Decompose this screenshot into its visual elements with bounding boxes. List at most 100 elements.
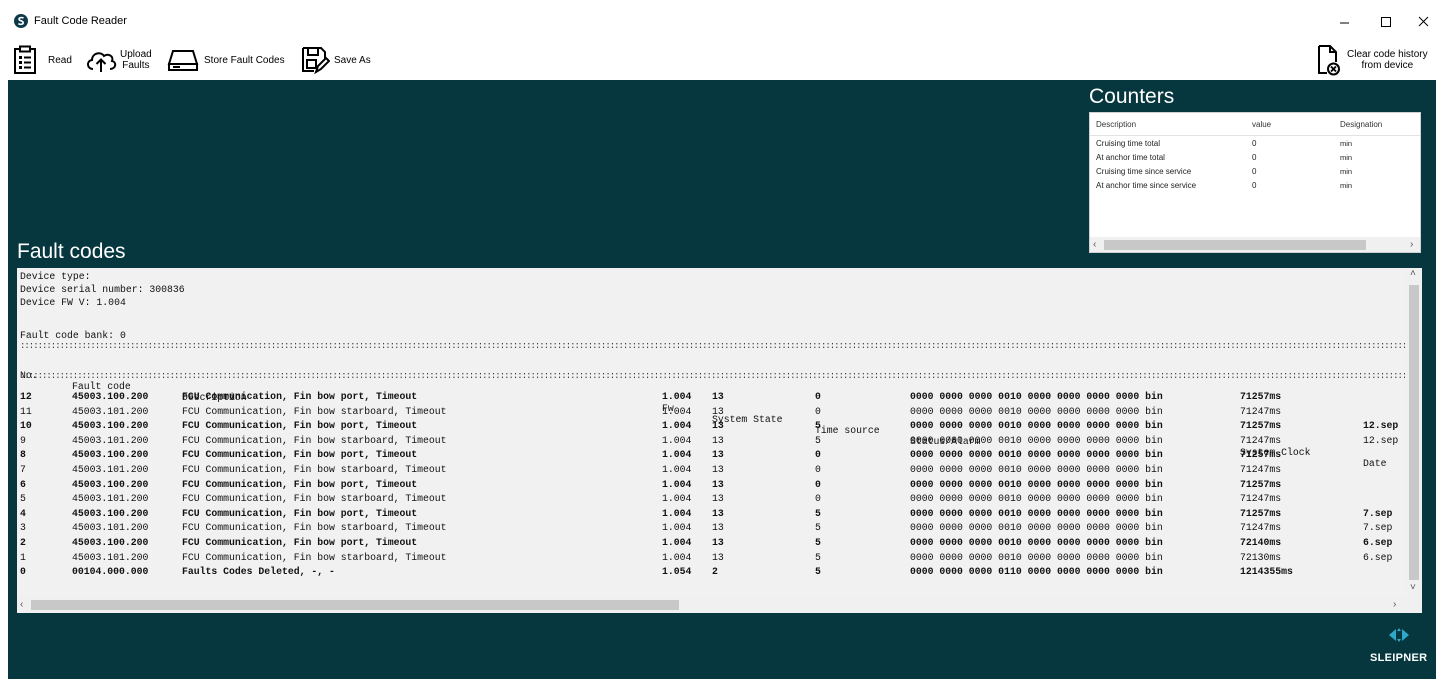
fault-codes-log[interactable]: Device type: Device serial number: 30083… (17, 268, 1422, 613)
upload-label-line-1: Upload (120, 49, 152, 60)
fault-fw: 1.004 (662, 522, 692, 534)
fault-status-alarm: 0000 0000 0000 0010 0000 0000 0000 0000 … (910, 420, 1163, 432)
counter-description: Cruising time since service (1096, 167, 1192, 176)
counter-designation: min (1340, 153, 1353, 162)
title-bar: Fault Code Reader (0, 0, 1436, 40)
fault-status-alarm: 0000 0000 0000 0010 0000 0000 0000 0000 … (910, 449, 1163, 461)
close-icon[interactable] (1414, 12, 1434, 32)
fault-row[interactable]: 8 45003.100.200 FCU Communication, Fin bow… (17, 449, 1407, 460)
fault-log-vertical-scrollbar[interactable]: ˄ ˅ (1406, 268, 1422, 613)
fault-date: 7.sep (1363, 507, 1393, 519)
fault-description: FCU Communication, Fin bow port, Timeout (182, 507, 418, 519)
fault-system-state: 13 (712, 449, 724, 461)
fault-system-clock: 71247ms (1240, 493, 1282, 505)
fault-row[interactable]: 4 45003.100.200 FCU Communication, Fin bow… (17, 508, 1407, 519)
clear-code-history-button[interactable]: Clear code history from device (1315, 40, 1428, 80)
counter-value: 0 (1252, 167, 1257, 176)
counters-row[interactable]: At anchor time total 0 min (1090, 151, 1420, 165)
fault-system-clock: 1214355ms (1240, 566, 1293, 578)
read-button[interactable]: Read (12, 40, 72, 80)
fault-system-clock: 71257ms (1240, 420, 1282, 432)
upload-label-line-2: Faults (122, 60, 150, 71)
separator-line: ::::::::::::::::::::::::::::::::::::::::… (20, 343, 1405, 349)
scroll-left-icon[interactable]: ‹ (20, 599, 23, 610)
fault-description: Faults Codes Deleted, -, - (182, 566, 335, 578)
fault-system-state: 13 (712, 522, 724, 534)
counters-row[interactable]: Cruising time total 0 min (1090, 137, 1420, 151)
fault-code: 45003.101.200 (72, 434, 149, 446)
fault-status-alarm: 0000 0000 0000 0010 0000 0000 0000 0000 … (910, 391, 1163, 402)
fault-code: 45003.101.200 (72, 522, 149, 534)
fault-fw: 1.004 (662, 478, 692, 490)
store-fault-codes-button[interactable]: Store Fault Codes (167, 40, 285, 80)
fault-time-source: 0 (815, 493, 821, 505)
fault-description: FCU Communication, Fin bow port, Timeout (182, 391, 418, 402)
scroll-up-icon[interactable]: ˄ (1410, 268, 1416, 279)
fault-no: 10 (20, 420, 32, 432)
fault-row[interactable]: 1 45003.101.200 FCU Communication, Fin bow… (17, 552, 1407, 563)
scroll-down-icon[interactable]: ˅ (1410, 582, 1416, 593)
upload-faults-button[interactable]: Upload Faults (84, 40, 152, 80)
fault-status-alarm: 0000 0000 0000 0010 0000 0000 0000 0000 … (910, 551, 1163, 563)
fault-status-alarm: 0000 0000 0000 0010 0000 0000 0000 0000 … (910, 405, 1163, 417)
fault-fw: 1.004 (662, 507, 692, 519)
fault-row[interactable]: 5 45003.101.200 FCU Communication, Fin bow… (17, 493, 1407, 504)
fault-fw: 1.004 (662, 551, 692, 563)
scroll-right-icon[interactable]: › (1393, 599, 1396, 610)
fault-time-source: 5 (815, 507, 821, 519)
fault-row[interactable]: 12 45003.100.200 FCU Communication, Fin bo… (17, 391, 1407, 402)
fault-status-alarm: 0000 0000 0000 0110 0000 0000 0000 0000 … (910, 566, 1163, 578)
counters-table[interactable]: Description value Designation Cruising t… (1089, 112, 1421, 253)
fault-time-source: 5 (815, 434, 821, 446)
scroll-left-icon[interactable]: ‹ (1093, 239, 1096, 250)
save-as-button[interactable]: Save As (300, 40, 371, 80)
sleipner-logo: SLEIPNER (1368, 627, 1428, 667)
counter-designation: min (1340, 139, 1353, 148)
minimize-icon[interactable] (1335, 12, 1355, 32)
fault-row[interactable]: 3 45003.101.200 FCU Communication, Fin bow… (17, 522, 1407, 533)
fault-no: 11 (20, 405, 32, 417)
fault-system-clock: 71257ms (1240, 449, 1282, 461)
fault-system-clock: 72140ms (1240, 537, 1282, 548)
fault-no: 6 (20, 478, 26, 490)
counters-header-description[interactable]: Description (1096, 120, 1136, 129)
fault-row[interactable]: 10 45003.100.200 FCU Communication, Fin bo… (17, 420, 1407, 431)
cloud-upload-icon (87, 52, 117, 72)
fault-row[interactable]: 6 45003.100.200 FCU Communication, Fin bow… (17, 479, 1407, 490)
fault-fw: 1.004 (662, 434, 692, 446)
read-label: Read (48, 54, 72, 66)
clear-label-line-2: from device (1361, 60, 1414, 71)
fault-row[interactable]: 2 45003.100.200 FCU Communication, Fin bow… (17, 537, 1407, 548)
counters-header-value[interactable]: value (1252, 120, 1271, 129)
device-fw-version: Device FW V: 1.004 (20, 297, 126, 308)
clear-label-line-1: Clear code history (1347, 49, 1428, 60)
fault-code: 45003.100.200 (72, 537, 149, 548)
fault-log-vscroll-thumb[interactable] (1409, 285, 1419, 580)
maximize-icon[interactable] (1376, 12, 1396, 32)
fault-row[interactable]: 11 45003.101.200 FCU Communication, Fin bo… (17, 406, 1407, 417)
fault-row[interactable]: 7 45003.101.200 FCU Communication, Fin bow… (17, 464, 1407, 475)
fault-status-alarm: 0000 0000 0000 0010 0000 0000 0000 0000 … (910, 537, 1163, 548)
fault-row[interactable]: 0 00104.000.000 Faults Codes Deleted, -, -… (17, 566, 1407, 577)
device-type: Device type: (20, 271, 91, 282)
fault-log-hscroll-thumb[interactable] (31, 600, 679, 610)
fault-status-alarm: 0000 0000 0000 0010 0000 0000 0000 0000 … (910, 464, 1163, 475)
scroll-right-icon[interactable]: › (1410, 239, 1413, 250)
counters-scroll-thumb[interactable] (1104, 240, 1366, 250)
fault-no: 4 (20, 507, 26, 519)
fault-date: 12.sep (1363, 434, 1399, 446)
counters-row[interactable]: At anchor time since service 0 min (1090, 179, 1420, 193)
fault-system-clock: 72130ms (1240, 551, 1282, 563)
fault-row[interactable]: 9 45003.101.200 FCU Communication, Fin bow… (17, 435, 1407, 446)
fault-fw: 1.004 (662, 493, 692, 505)
counters-header-designation[interactable]: Designation (1340, 120, 1382, 129)
fault-description: FCU Communication, Fin bow starboard, Ti… (182, 522, 447, 534)
fault-fw: 1.004 (662, 420, 692, 432)
fault-date: 6.sep (1363, 551, 1393, 563)
fault-log-horizontal-scrollbar[interactable]: ‹ › (17, 597, 1406, 613)
counters-row[interactable]: Cruising time since service 0 min (1090, 165, 1420, 179)
store-fault-codes-label: Store Fault Codes (204, 54, 285, 66)
counters-horizontal-scrollbar[interactable]: ‹ › (1090, 237, 1420, 252)
fault-description: FCU Communication, Fin bow starboard, Ti… (182, 434, 447, 446)
fault-codes-title: Fault codes (17, 240, 126, 263)
